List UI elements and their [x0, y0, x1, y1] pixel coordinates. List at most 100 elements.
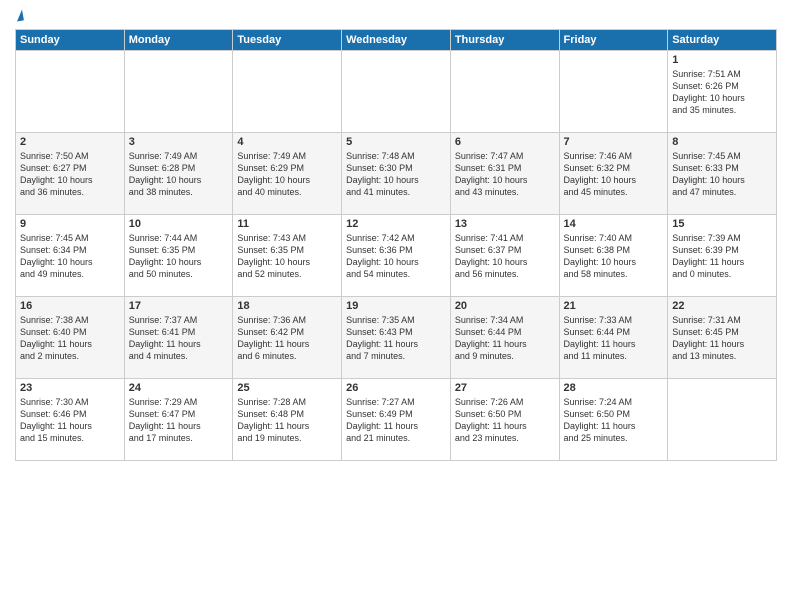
calendar-cell: 23 Sunrise: 7:30 AM Sunset: 6:46 PM Dayli…: [16, 379, 125, 461]
day-number: 9: [20, 218, 120, 230]
col-header-wednesday: Wednesday: [342, 30, 451, 51]
day-info: Sunrise: 7:40 AM Sunset: 6:38 PM Dayligh…: [564, 232, 664, 281]
day-number: 18: [237, 300, 337, 312]
calendar-cell: 14 Sunrise: 7:40 AM Sunset: 6:38 PM Dayli…: [559, 215, 668, 297]
day-number: 3: [129, 136, 229, 148]
day-info: Sunrise: 7:41 AM Sunset: 6:37 PM Dayligh…: [455, 232, 555, 281]
day-info: Sunrise: 7:29 AM Sunset: 6:47 PM Dayligh…: [129, 396, 229, 445]
day-info: Sunrise: 7:51 AM Sunset: 6:26 PM Dayligh…: [672, 68, 772, 117]
calendar-cell: 18 Sunrise: 7:36 AM Sunset: 6:42 PM Dayli…: [233, 297, 342, 379]
day-number: 4: [237, 136, 337, 148]
week-row-4: 16Sunrise: 7:38 AM Sunset: 6:40 PM Dayli…: [16, 297, 777, 379]
day-info: Sunrise: 7:42 AM Sunset: 6:36 PM Dayligh…: [346, 232, 446, 281]
day-info: Sunrise: 7:28 AM Sunset: 6:48 PM Dayligh…: [237, 396, 337, 445]
calendar-cell: 28 Sunrise: 7:24 AM Sunset: 6:50 PM Dayli…: [559, 379, 668, 461]
day-info: Sunrise: 7:38 AM Sunset: 6:40 PM Dayligh…: [20, 314, 120, 363]
calendar-cell: 16Sunrise: 7:38 AM Sunset: 6:40 PM Dayli…: [16, 297, 125, 379]
calendar-cell: 17 Sunrise: 7:37 AM Sunset: 6:41 PM Dayli…: [124, 297, 233, 379]
calendar-cell: [124, 51, 233, 133]
calendar-cell: 24 Sunrise: 7:29 AM Sunset: 6:47 PM Dayli…: [124, 379, 233, 461]
day-number: 27: [455, 382, 555, 394]
day-info: Sunrise: 7:45 AM Sunset: 6:33 PM Dayligh…: [672, 150, 772, 199]
day-number: 5: [346, 136, 446, 148]
day-number: 17: [129, 300, 229, 312]
calendar-cell: [668, 379, 777, 461]
day-number: 19: [346, 300, 446, 312]
day-number: 6: [455, 136, 555, 148]
day-info: Sunrise: 7:50 AM Sunset: 6:27 PM Dayligh…: [20, 150, 120, 199]
calendar-cell: 8 Sunrise: 7:45 AM Sunset: 6:33 PM Daylig…: [668, 133, 777, 215]
calendar-cell: 15 Sunrise: 7:39 AM Sunset: 6:39 PM Dayli…: [668, 215, 777, 297]
week-row-1: 1 Sunrise: 7:51 AM Sunset: 6:26 PM Daylig…: [16, 51, 777, 133]
day-number: 28: [564, 382, 664, 394]
calendar-cell: 5 Sunrise: 7:48 AM Sunset: 6:30 PM Daylig…: [342, 133, 451, 215]
calendar-cell: 27Sunrise: 7:26 AM Sunset: 6:50 PM Dayli…: [450, 379, 559, 461]
col-header-monday: Monday: [124, 30, 233, 51]
col-header-sunday: Sunday: [16, 30, 125, 51]
day-info: Sunrise: 7:36 AM Sunset: 6:42 PM Dayligh…: [237, 314, 337, 363]
calendar-cell: [559, 51, 668, 133]
day-info: Sunrise: 7:49 AM Sunset: 6:29 PM Dayligh…: [237, 150, 337, 199]
day-number: 25: [237, 382, 337, 394]
day-info: Sunrise: 7:43 AM Sunset: 6:35 PM Dayligh…: [237, 232, 337, 281]
calendar-cell: 10 Sunrise: 7:44 AM Sunset: 6:35 PM Dayli…: [124, 215, 233, 297]
day-info: Sunrise: 7:27 AM Sunset: 6:49 PM Dayligh…: [346, 396, 446, 445]
day-info: Sunrise: 7:30 AM Sunset: 6:46 PM Dayligh…: [20, 396, 120, 445]
calendar-cell: [342, 51, 451, 133]
day-number: 1: [672, 54, 772, 66]
day-info: Sunrise: 7:46 AM Sunset: 6:32 PM Dayligh…: [564, 150, 664, 199]
calendar-cell: 4 Sunrise: 7:49 AM Sunset: 6:29 PM Daylig…: [233, 133, 342, 215]
calendar-cell: 25 Sunrise: 7:28 AM Sunset: 6:48 PM Dayli…: [233, 379, 342, 461]
day-number: 2: [20, 136, 120, 148]
day-info: Sunrise: 7:31 AM Sunset: 6:45 PM Dayligh…: [672, 314, 772, 363]
day-info: Sunrise: 7:35 AM Sunset: 6:43 PM Dayligh…: [346, 314, 446, 363]
calendar-cell: [233, 51, 342, 133]
day-number: 26: [346, 382, 446, 394]
calendar-cell: 11 Sunrise: 7:43 AM Sunset: 6:35 PM Dayli…: [233, 215, 342, 297]
week-row-5: 23 Sunrise: 7:30 AM Sunset: 6:46 PM Dayli…: [16, 379, 777, 461]
calendar-cell: 12 Sunrise: 7:42 AM Sunset: 6:36 PM Dayli…: [342, 215, 451, 297]
day-info: Sunrise: 7:24 AM Sunset: 6:50 PM Dayligh…: [564, 396, 664, 445]
day-info: Sunrise: 7:37 AM Sunset: 6:41 PM Dayligh…: [129, 314, 229, 363]
calendar-cell: 19 Sunrise: 7:35 AM Sunset: 6:43 PM Dayli…: [342, 297, 451, 379]
page-header: [15, 10, 777, 21]
day-number: 21: [564, 300, 664, 312]
week-row-2: 2 Sunrise: 7:50 AM Sunset: 6:27 PM Daylig…: [16, 133, 777, 215]
day-number: 15: [672, 218, 772, 230]
day-number: 14: [564, 218, 664, 230]
calendar-cell: 2 Sunrise: 7:50 AM Sunset: 6:27 PM Daylig…: [16, 133, 125, 215]
calendar-header-row: SundayMondayTuesdayWednesdayThursdayFrid…: [16, 30, 777, 51]
col-header-saturday: Saturday: [668, 30, 777, 51]
calendar-cell: 3 Sunrise: 7:49 AM Sunset: 6:28 PM Daylig…: [124, 133, 233, 215]
calendar-cell: 7 Sunrise: 7:46 AM Sunset: 6:32 PM Daylig…: [559, 133, 668, 215]
calendar-cell: [450, 51, 559, 133]
day-info: Sunrise: 7:48 AM Sunset: 6:30 PM Dayligh…: [346, 150, 446, 199]
day-info: Sunrise: 7:49 AM Sunset: 6:28 PM Dayligh…: [129, 150, 229, 199]
calendar-cell: 21 Sunrise: 7:33 AM Sunset: 6:44 PM Dayli…: [559, 297, 668, 379]
calendar-cell: 22 Sunrise: 7:31 AM Sunset: 6:45 PM Dayli…: [668, 297, 777, 379]
page-container: SundayMondayTuesdayWednesdayThursdayFrid…: [0, 0, 792, 612]
calendar-table: SundayMondayTuesdayWednesdayThursdayFrid…: [15, 29, 777, 461]
col-header-friday: Friday: [559, 30, 668, 51]
day-number: 10: [129, 218, 229, 230]
day-info: Sunrise: 7:45 AM Sunset: 6:34 PM Dayligh…: [20, 232, 120, 281]
calendar-cell: 26 Sunrise: 7:27 AM Sunset: 6:49 PM Dayli…: [342, 379, 451, 461]
calendar-cell: 1 Sunrise: 7:51 AM Sunset: 6:26 PM Daylig…: [668, 51, 777, 133]
day-info: Sunrise: 7:33 AM Sunset: 6:44 PM Dayligh…: [564, 314, 664, 363]
day-number: 7: [564, 136, 664, 148]
calendar-cell: 6Sunrise: 7:47 AM Sunset: 6:31 PM Daylig…: [450, 133, 559, 215]
day-number: 11: [237, 218, 337, 230]
day-number: 22: [672, 300, 772, 312]
calendar-cell: 20Sunrise: 7:34 AM Sunset: 6:44 PM Dayli…: [450, 297, 559, 379]
day-info: Sunrise: 7:44 AM Sunset: 6:35 PM Dayligh…: [129, 232, 229, 281]
day-number: 24: [129, 382, 229, 394]
day-info: Sunrise: 7:39 AM Sunset: 6:39 PM Dayligh…: [672, 232, 772, 281]
day-number: 8: [672, 136, 772, 148]
col-header-thursday: Thursday: [450, 30, 559, 51]
day-number: 12: [346, 218, 446, 230]
calendar-cell: 9 Sunrise: 7:45 AM Sunset: 6:34 PM Daylig…: [16, 215, 125, 297]
day-number: 20: [455, 300, 555, 312]
logo: [15, 10, 23, 21]
day-number: 23: [20, 382, 120, 394]
col-header-tuesday: Tuesday: [233, 30, 342, 51]
